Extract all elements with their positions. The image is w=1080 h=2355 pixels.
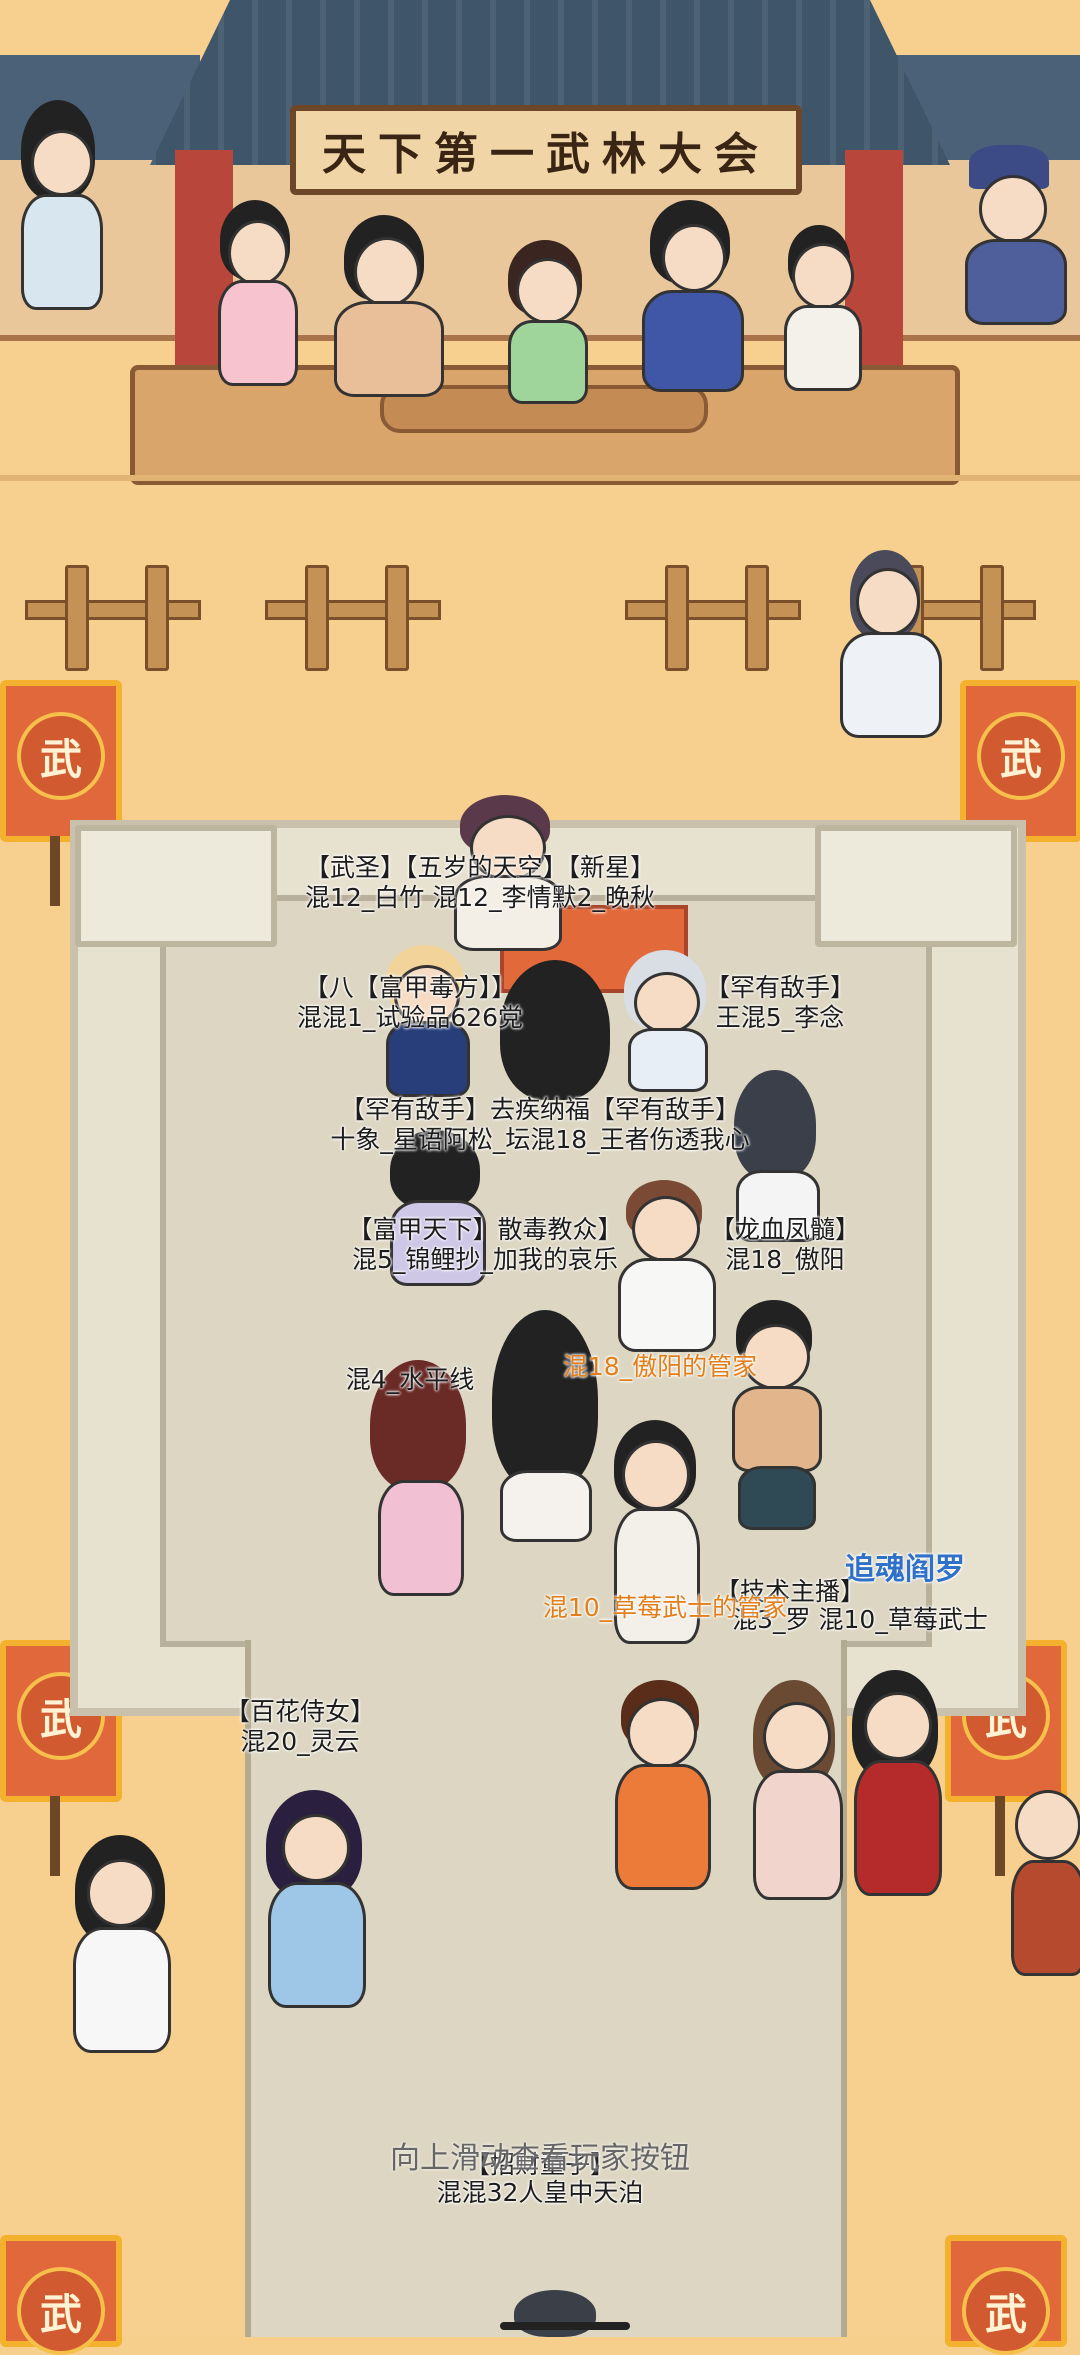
npc-bearded-swordsman[interactable]	[810, 550, 980, 750]
player-red-bun-girl[interactable]	[350, 1360, 490, 1600]
judge-muscle-man[interactable]	[320, 215, 450, 397]
player-name-label: 十象_星语阿松_坛混18_王者伤透我心	[330, 1125, 750, 1154]
player-title-label: 【百花侍女】	[225, 1697, 376, 1726]
player-name-label: 混混1_试验品626党	[296, 1003, 524, 1032]
banner-left-bottom: 武	[0, 2225, 130, 2355]
npc-white-robe-lady[interactable]	[55, 1835, 185, 2055]
tournament-signboard: 天下第一武林大会	[290, 105, 802, 195]
plaza-edge	[0, 475, 1080, 481]
banner-right-bottom: 武	[945, 2225, 1075, 2355]
judge-pink-lady[interactable]	[200, 200, 310, 390]
player-name-label: 混4_水平线	[345, 1365, 475, 1394]
player-title-label: 【富甲天下】散毒教众】	[347, 1215, 623, 1244]
banner-emblem: 武	[977, 712, 1065, 800]
player-name-label: 王混5_李念	[715, 1003, 845, 1032]
player-bare-chest[interactable]	[710, 1300, 840, 1530]
banner-emblem: 武	[17, 2267, 105, 2355]
player-purple-hair-blue-dress[interactable]	[250, 1790, 380, 2020]
player-title-label: 【八【富甲毒方】】	[303, 973, 517, 1002]
npc-old-man[interactable]	[955, 145, 1075, 325]
swipe-hint: 向上滑动查看玩家按钮	[390, 2141, 690, 2176]
player-title-label: 【武圣】【五岁的天空】【新星】	[304, 853, 655, 882]
player-name-label: 混18_傲阳	[725, 1245, 845, 1274]
player-name-label: 混12_白竹 混12_李情默2_晚秋	[305, 883, 655, 912]
npc-white-swordsman[interactable]	[5, 100, 115, 330]
player-title-label: 【罕有敌手】	[704, 973, 855, 1002]
judge-fan-scholar[interactable]	[770, 225, 870, 391]
player-orange-dress[interactable]	[605, 1680, 715, 1890]
player-name-label: 混20_灵云	[240, 1727, 360, 1756]
judge-blue-swordsman[interactable]	[630, 200, 750, 392]
player-title-label: 【龙血凤髓】	[709, 1215, 860, 1244]
home-indicator[interactable]	[500, 2322, 630, 2330]
arena-corner-top-right	[815, 825, 1017, 947]
judge-green-girl[interactable]	[490, 240, 600, 404]
npc-old-monk-edge[interactable]	[1005, 1770, 1080, 1980]
player-name-label: 混混32人皇中天泊	[436, 2178, 644, 2207]
player-red-armor[interactable]	[840, 1670, 950, 1900]
butler-name-label: 混18_傲阳的管家	[562, 1352, 758, 1381]
training-dummy-2	[265, 560, 445, 690]
butler-name-label: 混10_草莓武士的管家	[542, 1593, 788, 1622]
player-black-long-hair[interactable]	[480, 1310, 610, 1542]
banner-emblem: 武	[962, 2267, 1050, 2355]
player-name-label: 混5_锦鲤抄_加我的哀乐	[352, 1245, 618, 1274]
player-title-label: 【罕有敌手】去疾纳福【罕有敌手】	[339, 1095, 740, 1124]
training-dummy-3	[625, 560, 805, 690]
player-pink-dress[interactable]	[735, 1680, 855, 1900]
banner-emblem: 武	[17, 712, 105, 800]
